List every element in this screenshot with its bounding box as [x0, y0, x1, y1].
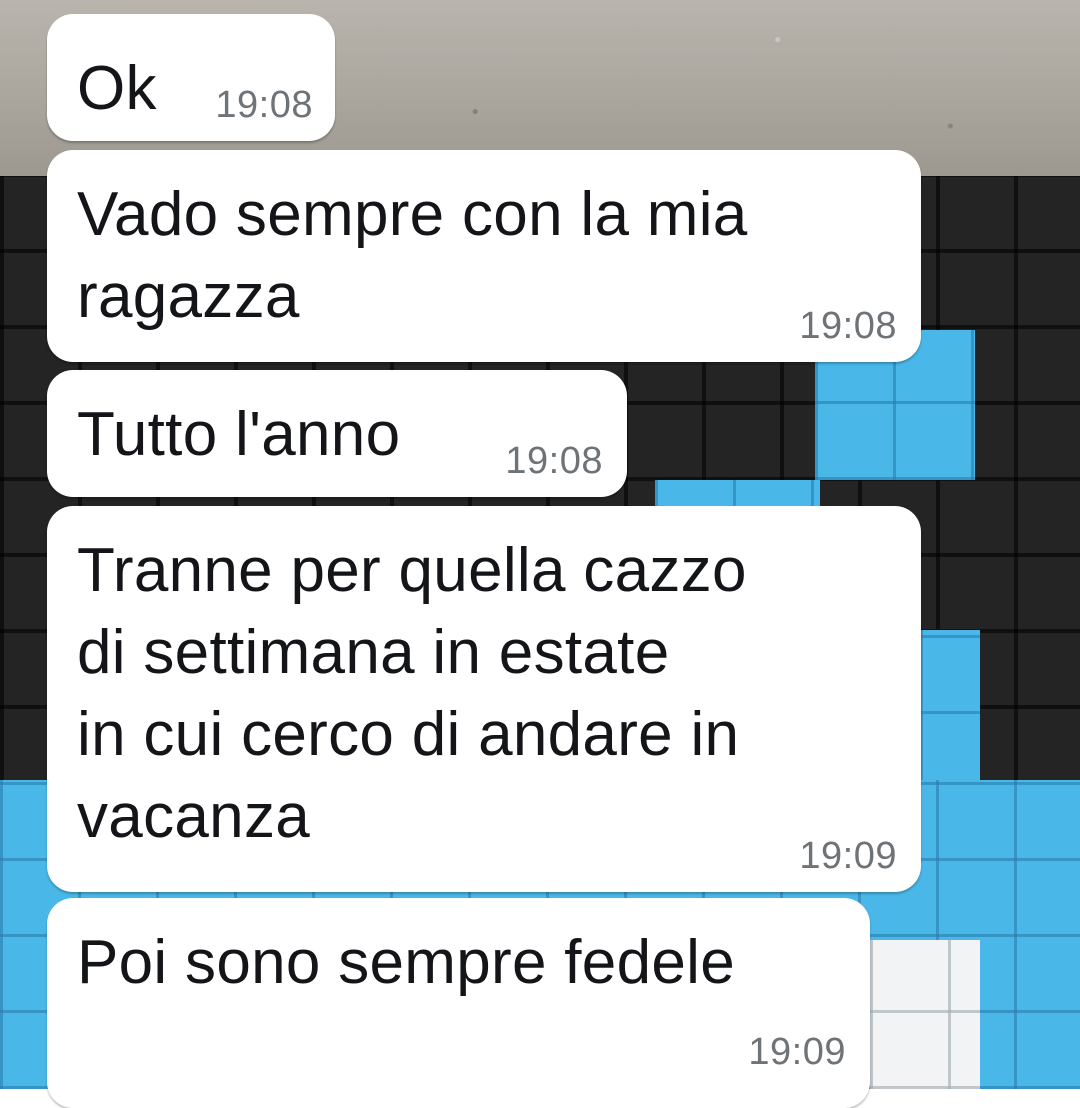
message-timestamp: 19:08: [505, 440, 603, 482]
message-text: Vado sempre con la mia ragazza: [77, 180, 748, 331]
message-timestamp: 19:08: [799, 305, 897, 347]
wallpaper-blue-tiles: [920, 630, 980, 790]
message-bubble[interactable]: Poi sono sempre fedele 19:09: [47, 898, 870, 1108]
wallpaper-white-tiles: [870, 940, 980, 1089]
message-timestamp: 19:08: [215, 84, 313, 126]
message-bubble[interactable]: Tutto l'anno 19:08: [47, 370, 627, 497]
message-text: Tranne per quella cazzo di settimana in …: [77, 536, 747, 851]
message-timestamp: 19:09: [799, 835, 897, 877]
message-bubble[interactable]: Tranne per quella cazzo di settimana in …: [47, 506, 921, 892]
message-text: Poi sono sempre fedele: [77, 928, 735, 997]
message-bubble[interactable]: Vado sempre con la mia ragazza 19:08: [47, 150, 921, 362]
message-text: Tutto l'anno: [77, 400, 401, 469]
message-text: Ok: [77, 54, 157, 123]
message-timestamp: 19:09: [748, 1031, 846, 1073]
message-bubble[interactable]: Ok 19:08: [47, 14, 335, 141]
